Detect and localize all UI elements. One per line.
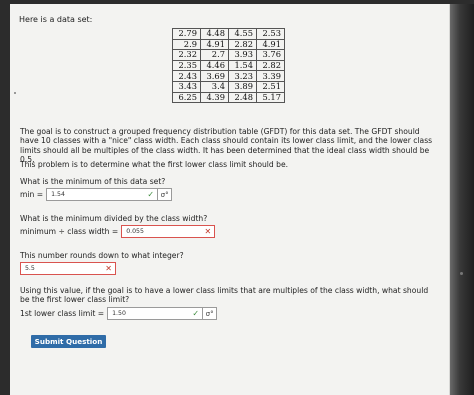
table-row: 3.43 3.4 3.89 2.51 (172, 80, 285, 93)
intro-text: Here is a data set: (19, 15, 93, 24)
table-cell: 3.39 (256, 70, 285, 82)
table-cell: 2.48 (228, 91, 257, 104)
minimum-value: 1.54 (51, 191, 65, 198)
question-first-lower-limit: Using this value, if the goal is to have… (20, 286, 429, 305)
table-cell: 3.4 (200, 80, 229, 93)
x-icon: ✕ (204, 227, 212, 236)
answer-row-round-down: 5.5 ✕ (20, 262, 116, 275)
table-cell: 2.82 (256, 59, 285, 72)
table-row: 2.43 3.69 3.23 3.39 (172, 70, 285, 82)
round-down-value: 5.5 (25, 265, 35, 272)
check-icon: ✓ (147, 190, 155, 199)
round-down-input[interactable]: 5.5 ✕ (20, 262, 116, 275)
min-div-width-input[interactable]: 0.055 ✕ (121, 225, 216, 238)
page-mark (14, 92, 16, 94)
question-round-down: This number rounds down to what integer? (20, 251, 184, 260)
worksheet-page: Here is a data set: 2.79 4.48 4.55 2.53 2.9 4… (10, 4, 450, 395)
table-cell: 3.89 (228, 80, 257, 93)
table-cell: 3.93 (228, 49, 257, 61)
table-cell: 5.17 (256, 91, 285, 104)
page-edge-shadow (450, 4, 474, 395)
table-row: 6.25 4.39 2.48 5.17 (172, 91, 285, 104)
answer-row-minimum: min = 1.54 ✓ σ° (20, 188, 173, 201)
problem-description: The goal is to construct a grouped frequ… (20, 127, 433, 165)
table-cell: 2.82 (228, 38, 257, 51)
min-div-width-value: 0.055 (126, 228, 144, 235)
table-cell: 2.43 (172, 70, 201, 82)
question-min-div-width: What is the minimum divided by the class… (20, 214, 208, 223)
answer-label-min-div-width: minimum ÷ class width = (20, 227, 119, 236)
table-cell: 2.79 (172, 28, 201, 40)
table-cell: 4.39 (200, 91, 229, 104)
sigma-icon[interactable]: σ° (203, 307, 218, 320)
table-row: 2.32 2.7 3.93 3.76 (172, 49, 285, 61)
table-cell: 6.25 (172, 91, 201, 104)
table-cell: 2.7 (200, 49, 229, 61)
table-cell: 4.48 (200, 28, 229, 40)
problem-goal: This problem is to determine what the fi… (20, 160, 289, 169)
answer-row-first-lower-limit: 1st lower class limit = 1.50 ✓ σ° (20, 307, 218, 320)
first-lower-limit-input[interactable]: 1.50 ✓ (107, 307, 204, 320)
table-cell: 3.76 (256, 49, 285, 61)
table-cell: 2.51 (256, 80, 285, 93)
question-minimum: What is the minimum of this data set? (20, 177, 166, 186)
sigma-icon[interactable]: σ° (158, 188, 173, 201)
data-table: 2.79 4.48 4.55 2.53 2.9 4.91 2.82 4.91 2.32 2.7 3.… (172, 28, 285, 104)
submit-question-button[interactable]: Submit Question (31, 335, 106, 348)
first-lower-limit-value: 1.50 (112, 310, 126, 317)
table-cell: 4.55 (228, 28, 257, 40)
table-row: 2.9 4.91 2.82 4.91 (172, 38, 285, 51)
cursor-dot (460, 272, 463, 275)
table-cell: 4.46 (200, 59, 229, 72)
table-cell: 4.91 (256, 38, 285, 51)
table-cell: 1.54 (228, 59, 257, 72)
table-cell: 2.35 (172, 59, 201, 72)
table-cell: 3.43 (172, 80, 201, 93)
table-cell: 2.32 (172, 49, 201, 61)
answer-label-first-lower-limit: 1st lower class limit = (20, 309, 105, 318)
table-cell: 3.69 (200, 70, 229, 82)
table-row: 2.79 4.48 4.55 2.53 (172, 28, 285, 40)
x-icon: ✕ (105, 264, 112, 273)
table-cell: 4.91 (200, 38, 229, 51)
minimum-input[interactable]: 1.54 ✓ (46, 188, 159, 201)
answer-row-min-div-width: minimum ÷ class width = 0.055 ✕ (20, 225, 216, 238)
table-row: 2.35 4.46 1.54 2.82 (172, 59, 285, 72)
table-cell: 2.53 (256, 28, 285, 40)
check-icon: ✓ (192, 309, 200, 318)
answer-label-minimum: min = (20, 190, 44, 199)
table-cell: 2.9 (172, 38, 201, 51)
table-cell: 3.23 (228, 70, 257, 82)
